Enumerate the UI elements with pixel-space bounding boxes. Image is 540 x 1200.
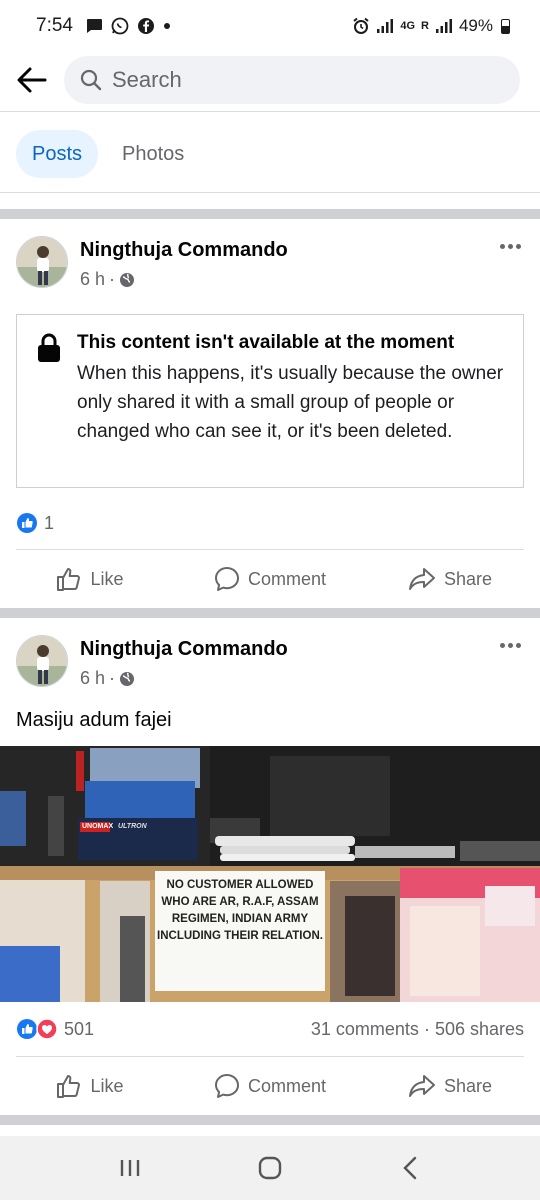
tabs-divider	[0, 192, 540, 193]
like-reaction-icon	[17, 513, 37, 533]
reactions-divider	[16, 1056, 524, 1057]
recent-apps-icon	[120, 1160, 140, 1176]
lock-icon	[38, 333, 60, 362]
dot-icon	[163, 22, 171, 30]
like-icon	[57, 1075, 81, 1098]
search-bar[interactable]	[64, 56, 520, 104]
like-icon	[57, 568, 81, 591]
post-photo[interactable]: NO CUSTOMER ALLOWED WHO ARE AR, R.A.F, A…	[0, 746, 540, 1002]
comment-label: Comment	[247, 568, 327, 589]
post-header: Ningthuja Commando 6 h ·	[0, 635, 540, 699]
globe-icon	[120, 272, 135, 287]
photo-notice-sign: NO CUSTOMER ALLOWED WHO ARE AR, R.A.F, A…	[155, 871, 325, 991]
search-icon	[80, 69, 102, 91]
facebook-icon	[137, 17, 155, 35]
avatar[interactable]	[16, 635, 68, 687]
battery-icon	[501, 18, 510, 34]
engagement-counts: 31 comments · 506 shares	[311, 1019, 524, 1040]
post-author[interactable]: Ningthuja Commando	[80, 239, 288, 262]
share-button[interactable]: Share	[360, 553, 540, 605]
message-icon	[85, 18, 103, 34]
post-header: Ningthuja Commando 6 h ·	[0, 236, 540, 300]
recent-apps-button[interactable]	[100, 1143, 160, 1193]
tab-photos[interactable]: Photos	[106, 130, 200, 178]
reaction-count: 1	[44, 512, 55, 533]
photo-box-model: ULTRON	[118, 823, 147, 830]
photo-box-brand: UNOMAX	[82, 823, 114, 830]
unavailable-body: When this happens, it's usually because …	[77, 363, 504, 442]
status-time: 7:54	[36, 15, 73, 36]
signal-icon	[376, 18, 394, 34]
tab-posts[interactable]: Posts	[16, 130, 99, 178]
like-label: Like	[90, 568, 124, 589]
globe-icon	[120, 671, 135, 686]
more-options-button[interactable]	[496, 236, 524, 256]
post-actions: Like Comment Share	[0, 1060, 540, 1112]
like-button[interactable]: Like	[0, 553, 180, 605]
header-divider	[0, 111, 540, 112]
home-icon	[258, 1156, 282, 1180]
back-button[interactable]	[0, 52, 64, 108]
system-back-button[interactable]	[380, 1143, 440, 1193]
home-button[interactable]	[240, 1143, 300, 1193]
signal-icon	[435, 18, 453, 34]
comment-label: Comment	[247, 1075, 327, 1096]
comment-count[interactable]: 31 comments	[311, 1019, 419, 1039]
share-count[interactable]: 506 shares	[435, 1019, 524, 1039]
share-button[interactable]: Share	[360, 1060, 540, 1112]
status-bar: 7:54 4G R 49%	[0, 0, 540, 52]
tab-bar: Posts Photos	[16, 130, 200, 178]
share-icon	[408, 568, 435, 590]
post-author[interactable]: Ningthuja Commando	[80, 638, 288, 661]
battery-percent: 49%	[458, 16, 493, 35]
section-divider	[0, 209, 540, 219]
section-divider	[0, 608, 540, 618]
system-nav-bar	[0, 1136, 540, 1200]
like-label: Like	[90, 1075, 124, 1096]
post-meta: 6 h ·	[80, 269, 135, 290]
comment-button[interactable]: Comment	[180, 1060, 360, 1112]
share-label: Share	[443, 568, 493, 589]
content-unavailable-notice: This content isn't available at the mome…	[16, 314, 524, 488]
meta-separator: ·	[109, 269, 116, 289]
search-input[interactable]	[112, 67, 492, 93]
post-card: Ningthuja Commando 6 h · Masiju adum faj…	[0, 618, 540, 1115]
search-header	[0, 52, 540, 108]
love-reaction-icon	[36, 1018, 58, 1040]
roaming-indicator: R	[421, 20, 429, 32]
chevron-left-icon	[403, 1156, 417, 1180]
comment-icon	[214, 1074, 239, 1098]
meta-separator: ·	[109, 668, 116, 688]
like-reaction-icon	[17, 1019, 37, 1039]
comment-button[interactable]: Comment	[180, 553, 360, 605]
section-divider	[0, 1115, 540, 1125]
unavailable-title: This content isn't available at the mome…	[77, 332, 455, 353]
back-arrow-icon	[17, 67, 47, 93]
post-card: Ningthuja Commando 6 h · This content is…	[0, 219, 540, 608]
more-options-button[interactable]	[496, 635, 524, 655]
whatsapp-icon	[111, 17, 129, 35]
network-type: 4G	[400, 20, 416, 32]
avatar[interactable]	[16, 236, 68, 288]
reaction-count: 501	[64, 1018, 95, 1039]
post-time[interactable]: 6 h	[80, 269, 105, 290]
reaction-summary[interactable]: 501	[16, 1018, 94, 1040]
share-icon	[408, 1075, 435, 1097]
post-meta: 6 h ·	[80, 668, 135, 689]
post-time[interactable]: 6 h	[80, 668, 105, 689]
like-button[interactable]: Like	[0, 1060, 180, 1112]
share-label: Share	[443, 1075, 493, 1096]
reactions-divider	[16, 549, 524, 550]
reaction-summary[interactable]: 1	[16, 512, 54, 534]
alarm-icon	[352, 17, 370, 35]
post-caption: Masiju adum fajei	[16, 709, 172, 731]
counts-separator: ·	[423, 1019, 435, 1039]
comment-icon	[214, 567, 239, 591]
post-actions: Like Comment Share	[0, 553, 540, 605]
